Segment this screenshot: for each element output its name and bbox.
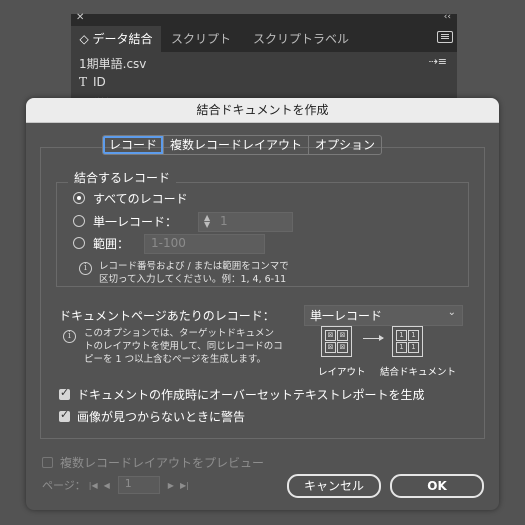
records-per-page-label: ドキュメントページあたりのレコード： bbox=[59, 309, 275, 323]
tab-options[interactable]: オプション bbox=[308, 136, 381, 154]
radio-button-selected[interactable] bbox=[73, 192, 85, 204]
overset-report-option[interactable]: ドキュメントの作成時にオーバーセットテキストレポートを生成 bbox=[59, 386, 425, 402]
radio-all-records[interactable]: すべてのレコード bbox=[73, 190, 188, 206]
merged-document-caption: 結合ドキュメント bbox=[380, 367, 457, 378]
radio-label: すべてのレコード bbox=[93, 191, 188, 206]
arrow-right-icon bbox=[363, 335, 384, 341]
page-navigation: ページ： |◀ ◀ 1 ▶ ▶| bbox=[42, 476, 192, 494]
info-icon: i bbox=[79, 262, 92, 275]
records-per-page-select[interactable]: 単一レコード ⌄ bbox=[304, 305, 463, 326]
radio-range[interactable]: 範囲： bbox=[73, 235, 129, 251]
cancel-button[interactable]: キャンセル bbox=[287, 474, 381, 498]
dialog-tab-bar: レコード 複数レコードレイアウト オプション bbox=[102, 135, 383, 155]
single-record-stepper[interactable]: ▲ ▼ 1 bbox=[198, 212, 293, 232]
select-value: 単一レコード bbox=[310, 309, 383, 323]
preview-label: 複数レコードレイアウトをプレビュー bbox=[60, 456, 265, 470]
last-page-icon[interactable]: ▶| bbox=[180, 481, 189, 490]
field-item[interactable]: T ID bbox=[79, 75, 106, 89]
close-icon[interactable]: ✕ bbox=[76, 12, 84, 23]
tab-scripts[interactable]: スクリプト bbox=[161, 26, 241, 52]
range-input[interactable]: 1-100 bbox=[144, 234, 265, 254]
missing-image-warning-option[interactable]: 画像が見つからないときに警告 bbox=[59, 408, 246, 424]
hint-line: このオプションでは、ターゲットドキュメン bbox=[84, 328, 275, 339]
record-frame-icon: 1 bbox=[408, 342, 419, 353]
range-placeholder: 1-100 bbox=[151, 236, 186, 250]
placeholder-frame-icon: ⊠ bbox=[325, 342, 336, 353]
records-group-title: 結合するレコード bbox=[68, 169, 177, 186]
page-number-input[interactable]: 1 bbox=[117, 476, 160, 494]
layout-diagram-icon: ⊠ ⊠ ⊠ ⊠ bbox=[321, 326, 352, 357]
chevron-down-icon: ⌄ bbox=[447, 307, 456, 318]
radio-button[interactable] bbox=[73, 237, 85, 249]
placeholder-frame-icon: ⊠ bbox=[337, 342, 348, 353]
stepper-arrows-icon[interactable]: ▲ ▼ bbox=[204, 214, 210, 229]
placeholder-frame-icon: ⊠ bbox=[325, 330, 336, 341]
checkbox-disabled[interactable] bbox=[42, 457, 53, 468]
record-frame-icon: 1 bbox=[396, 330, 407, 341]
hint-line: トのレイアウトを使用して、同じレコードのコ bbox=[84, 341, 283, 352]
checkbox-label: 画像が見つからないときに警告 bbox=[77, 409, 246, 424]
single-record-value: 1 bbox=[220, 214, 228, 228]
checkbox-label: ドキュメントの作成時にオーバーセットテキストレポートを生成 bbox=[77, 387, 425, 402]
first-page-icon[interactable]: |◀ bbox=[89, 481, 98, 490]
panel-header-strip: ✕ ‹‹ bbox=[71, 12, 457, 24]
previous-page-icon[interactable]: ◀ bbox=[104, 481, 110, 490]
info-icon: i bbox=[63, 330, 76, 343]
source-file-name: 1期単語.csv bbox=[79, 57, 147, 71]
link-source-icon[interactable]: ⇢≡ bbox=[429, 55, 447, 68]
records-hint: レコード番号および / または範囲をコンマで 区切って入力してください。例：1,… bbox=[99, 260, 289, 286]
radio-label: 範囲： bbox=[93, 236, 130, 251]
ok-button[interactable]: OK bbox=[390, 474, 484, 498]
text-field-icon: T bbox=[79, 75, 88, 89]
radio-label: 単一レコード： bbox=[93, 214, 178, 229]
create-merged-document-dialog: 結合ドキュメントを作成 レコード 複数レコードレイアウト オプション 結合するレ… bbox=[26, 98, 499, 510]
dialog-title: 結合ドキュメントを作成 bbox=[26, 98, 499, 123]
hint-line: レコード番号および / または範囲をコンマで bbox=[99, 261, 289, 272]
record-frame-icon: 1 bbox=[408, 330, 419, 341]
tab-data-merge[interactable]: ◇ データ結合 bbox=[71, 26, 161, 52]
per-page-hint: このオプションでは、ターゲットドキュメン トのレイアウトを使用して、同じレコード… bbox=[84, 327, 283, 366]
hint-line: ピーを 1 つ以上含むページを生成します。 bbox=[84, 354, 266, 365]
merged-document-diagram-icon: 1 1 1 1 bbox=[392, 326, 423, 357]
next-page-icon[interactable]: ▶ bbox=[168, 481, 174, 490]
radio-button[interactable] bbox=[73, 215, 85, 227]
field-name: ID bbox=[93, 75, 106, 89]
tab-records[interactable]: レコード bbox=[103, 136, 164, 154]
record-frame-icon: 1 bbox=[396, 342, 407, 353]
panel-tab-bar: ◇ データ結合 スクリプト スクリプトラベル bbox=[71, 24, 457, 52]
preview-layout-option[interactable]: 複数レコードレイアウトをプレビュー bbox=[42, 454, 264, 471]
panel-menu-icon[interactable] bbox=[437, 31, 453, 43]
layout-caption: レイアウト bbox=[318, 367, 366, 378]
collapse-icon[interactable]: ‹‹ bbox=[444, 12, 451, 22]
radio-single-record[interactable]: 単一レコード： bbox=[73, 213, 177, 229]
tab-script-label[interactable]: スクリプトラベル bbox=[241, 26, 361, 52]
tab-multiple-record-layout[interactable]: 複数レコードレイアウト bbox=[163, 136, 308, 154]
page-label: ページ： bbox=[42, 479, 86, 492]
hint-line: 区切って入力してください。例：1, 4, 6-11 bbox=[99, 274, 287, 285]
checkbox-checked[interactable] bbox=[59, 408, 70, 422]
placeholder-frame-icon: ⊠ bbox=[337, 330, 348, 341]
page-number-value: 1 bbox=[124, 477, 132, 490]
checkbox-checked[interactable] bbox=[59, 386, 70, 400]
